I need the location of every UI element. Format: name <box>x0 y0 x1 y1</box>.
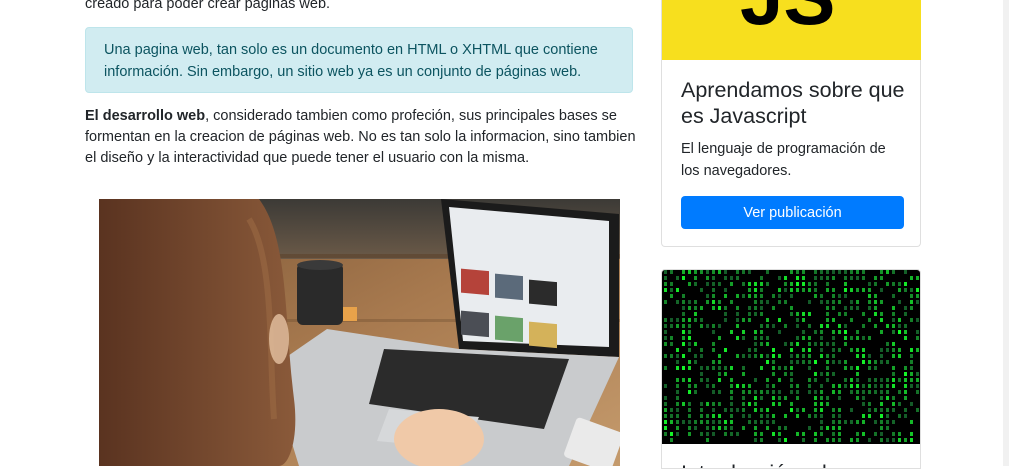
js-logo-text: JS <box>740 0 835 41</box>
card-title-javascript: Aprendamos sobre que es Javascript <box>681 78 905 128</box>
info-alert: Una pagina web, tan solo es un documento… <box>85 27 633 93</box>
card-text-javascript: El lenguaje de programación de los naveg… <box>681 141 886 179</box>
programming-post-card: Introducción a la programación <box>661 269 921 469</box>
javascript-post-card: JS Aprendamos sobre que es Javascript El… <box>661 0 921 247</box>
paragraph-bold-term: El desarrollo web <box>85 108 206 124</box>
view-post-button[interactable]: Ver publicación <box>681 196 904 229</box>
page-scrollbar[interactable] <box>1003 0 1009 466</box>
matrix-code-illustration <box>664 270 919 442</box>
card-title-programming: Introducción a la programación <box>681 460 911 468</box>
info-alert-text: Una pagina web, tan solo es un documento… <box>104 42 598 80</box>
intro-text-tail: creado para poder crear páginas web. <box>85 0 331 12</box>
js-logo-icon: JS <box>662 0 921 60</box>
laptop-photo-illustration <box>99 199 620 466</box>
laptop-photo <box>99 199 620 466</box>
js-logo-image: JS <box>662 0 921 60</box>
matrix-code-image <box>662 270 920 444</box>
web-development-paragraph: El desarrollo web, considerado tambien c… <box>85 106 637 169</box>
